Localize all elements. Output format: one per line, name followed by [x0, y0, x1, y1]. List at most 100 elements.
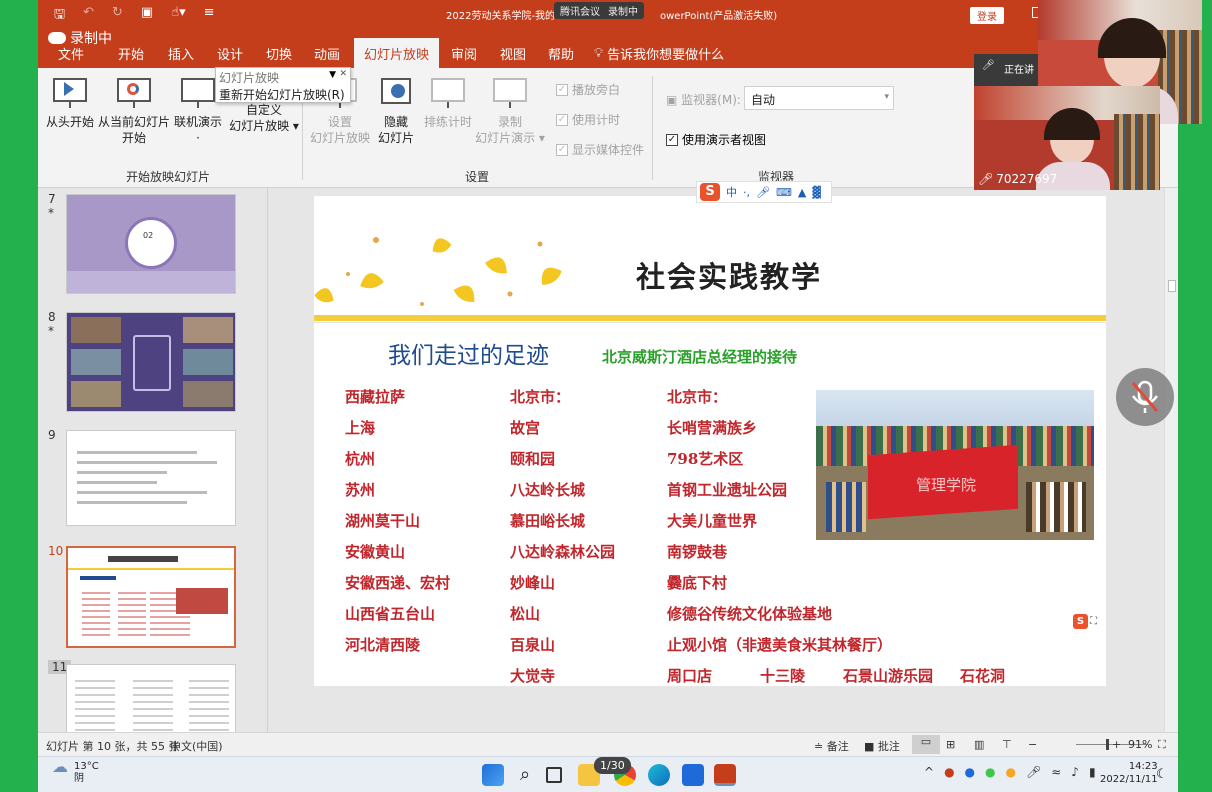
- presenter-view-checkbox[interactable]: ✓ 使用演示者视图: [666, 131, 766, 148]
- show-media-controls-checkbox[interactable]: ✓ 显示媒体控件: [556, 141, 644, 158]
- place-item: 北京市：: [510, 388, 571, 406]
- place-item: 河北清西陵: [345, 636, 421, 654]
- tray-app-icon[interactable]: ●: [1006, 765, 1016, 779]
- microphone-icon[interactable]: 🎤︎: [756, 186, 770, 199]
- record-slideshow-button[interactable]: 录制 幻灯片演示 ▾: [472, 78, 548, 146]
- comments-button[interactable]: ■ 批注: [864, 738, 900, 754]
- dropdown-item-restart[interactable]: 重新开始幻灯片放映(R): [219, 86, 345, 103]
- expand-icon[interactable]: ⛶: [1090, 616, 1097, 627]
- from-beginning-button[interactable]: 从头开始: [42, 78, 98, 130]
- place-item: 石花洞: [960, 667, 1006, 685]
- slideshow-dropdown-menu: 幻灯片放映 ▼ ✕ 重新开始幻灯片放映(R): [215, 67, 351, 103]
- zoom-slider-thumb[interactable]: [1106, 739, 1109, 750]
- slide-thumbnail-10[interactable]: [66, 546, 236, 648]
- start-show-icon[interactable]: ▣: [141, 5, 153, 27]
- task-view-icon[interactable]: [546, 767, 562, 783]
- tab-view[interactable]: 视图: [500, 44, 526, 63]
- monitor-label: ▣ 监视器(M):: [666, 93, 741, 107]
- zoom-in-icon[interactable]: +: [1112, 738, 1121, 751]
- place-item: 山西省五台山: [345, 605, 436, 623]
- punctuation-icon[interactable]: ·,: [743, 186, 750, 199]
- custom-slideshow-button[interactable]: 自定义 幻灯片放映 ▾: [226, 102, 302, 134]
- powerpoint-app-icon[interactable]: [714, 764, 736, 786]
- clock[interactable]: 14:23 2022/11/11: [1100, 760, 1158, 786]
- zoom-out-icon[interactable]: −: [1028, 738, 1037, 751]
- microphone-muted-button[interactable]: [1116, 368, 1174, 426]
- start-menu-icon[interactable]: [482, 764, 504, 786]
- use-timings-checkbox[interactable]: ✓ 使用计时: [556, 111, 620, 128]
- group-setup: 设置: [465, 170, 490, 184]
- meeting-indicator[interactable]: 腾讯会议 录制中: [554, 2, 644, 19]
- place-item: 百泉山: [510, 636, 556, 654]
- normal-view-icon[interactable]: ▭: [912, 735, 940, 754]
- slide-thumbnail-9[interactable]: [66, 430, 236, 526]
- toolbox-icon[interactable]: ▓: [812, 186, 820, 199]
- slide-thumbnail-8[interactable]: [66, 312, 236, 412]
- hide-slide-icon: [379, 78, 413, 108]
- tab-transitions[interactable]: 切换: [266, 44, 292, 63]
- edge-icon[interactable]: [648, 764, 670, 786]
- slide-thumbnail-11[interactable]: [66, 664, 236, 732]
- keyboard-icon[interactable]: ⌨︎: [776, 186, 792, 199]
- tab-review[interactable]: 审阅: [451, 44, 477, 63]
- tab-slideshow[interactable]: 幻灯片放映: [354, 38, 440, 68]
- undo-icon[interactable]: ↶: [83, 5, 94, 27]
- save-icon[interactable]: 🖫: [54, 5, 65, 27]
- tab-design[interactable]: 设计: [217, 44, 243, 63]
- tab-insert[interactable]: 插入: [168, 44, 194, 63]
- place-item: 修德谷传统文化体验基地: [667, 605, 833, 623]
- tab-animations[interactable]: 动画: [314, 44, 340, 63]
- weather-widget[interactable]: ☁ 13°C 阴: [52, 759, 99, 785]
- sogou-ime-toolbar[interactable]: S 中 ·, 🎤︎ ⌨︎ ▲ ▓: [696, 181, 832, 203]
- tab-home[interactable]: 开始: [118, 44, 144, 63]
- login-button[interactable]: 登录: [970, 7, 1004, 24]
- place-item: 安徽黄山: [345, 543, 406, 561]
- ginkgo-leaves-decoration: [314, 237, 562, 306]
- notifications-icon[interactable]: ☾: [1156, 767, 1168, 782]
- tell-me-search[interactable]: 💡︎ 告诉我你想要做什么: [594, 44, 724, 63]
- microphone-icon[interactable]: 🎤︎: [1026, 765, 1041, 779]
- thumb-number: 9: [48, 428, 56, 442]
- from-current-slide-button[interactable]: 从当前幻灯片 开始: [96, 78, 172, 146]
- notes-button[interactable]: ≐ 备注: [814, 738, 849, 754]
- zoom-level[interactable]: 91%: [1128, 738, 1152, 751]
- dropdown-item-slideshow[interactable]: 幻灯片放映: [219, 69, 279, 86]
- hide-slide-button[interactable]: 隐藏 幻灯片: [374, 78, 418, 146]
- language-indicator[interactable]: 中文(中国): [170, 738, 223, 754]
- meeting-app-icon[interactable]: [682, 764, 704, 786]
- quick-access-toolbar: 🖫 ↶ ↻ ▣ ☝▾ ≡: [54, 5, 215, 27]
- customize-qat-icon[interactable]: ≡: [204, 5, 215, 27]
- scroll-thumb[interactable]: [1168, 280, 1176, 292]
- play-narrations-checkbox[interactable]: ✓ 播放旁白: [556, 81, 620, 98]
- recording-badge: 录制中: [48, 28, 112, 48]
- slideshow-view-icon[interactable]: ⊤: [1002, 738, 1012, 751]
- tray-app-icon[interactable]: ●: [965, 765, 975, 779]
- touch-mode-icon[interactable]: ☝▾: [171, 5, 185, 27]
- monitor-select[interactable]: 自动 ▾: [744, 86, 894, 110]
- slide-thumbnail-7[interactable]: 02: [66, 194, 236, 294]
- dropdown-arrow-icon[interactable]: ▼: [329, 70, 336, 80]
- participant-name: 🎤︎ 70227697: [978, 172, 1058, 186]
- tray-app-icon[interactable]: ●: [944, 765, 954, 779]
- tray-app-icon[interactable]: ●: [985, 765, 995, 779]
- skin-icon[interactable]: ▲: [798, 186, 806, 199]
- slide[interactable]: 社会实践教学 我们走过的足迹 北京威斯汀酒店总经理的接待 西藏拉萨 上海 杭州 …: [314, 196, 1106, 686]
- video-tile-secondary[interactable]: 🎤︎ 70227697: [974, 86, 1160, 190]
- place-item: 颐和园: [510, 450, 556, 468]
- redo-icon[interactable]: ↻: [112, 5, 123, 27]
- search-icon[interactable]: ⌕: [514, 764, 536, 786]
- sogou-mini-toolbar[interactable]: S ⛶: [1073, 612, 1103, 630]
- rehearse-timings-button[interactable]: 排练计时: [418, 78, 478, 130]
- volume-icon[interactable]: ♪: [1071, 765, 1079, 779]
- mic-icon: 🎤︎: [982, 60, 995, 71]
- vertical-scrollbar[interactable]: [1164, 188, 1178, 732]
- reading-view-icon[interactable]: ▥: [974, 738, 984, 751]
- fit-to-window-icon[interactable]: ⛶: [1158, 738, 1166, 752]
- ime-mode-icon[interactable]: 中: [726, 184, 737, 200]
- show-hidden-icons-icon[interactable]: ^: [924, 765, 934, 779]
- slide-sorter-icon[interactable]: ⊞: [946, 738, 955, 751]
- tab-help[interactable]: 帮助: [548, 44, 574, 63]
- close-icon[interactable]: ✕: [339, 69, 347, 79]
- wifi-icon[interactable]: ≈: [1051, 765, 1061, 779]
- battery-icon[interactable]: ▮: [1089, 765, 1096, 779]
